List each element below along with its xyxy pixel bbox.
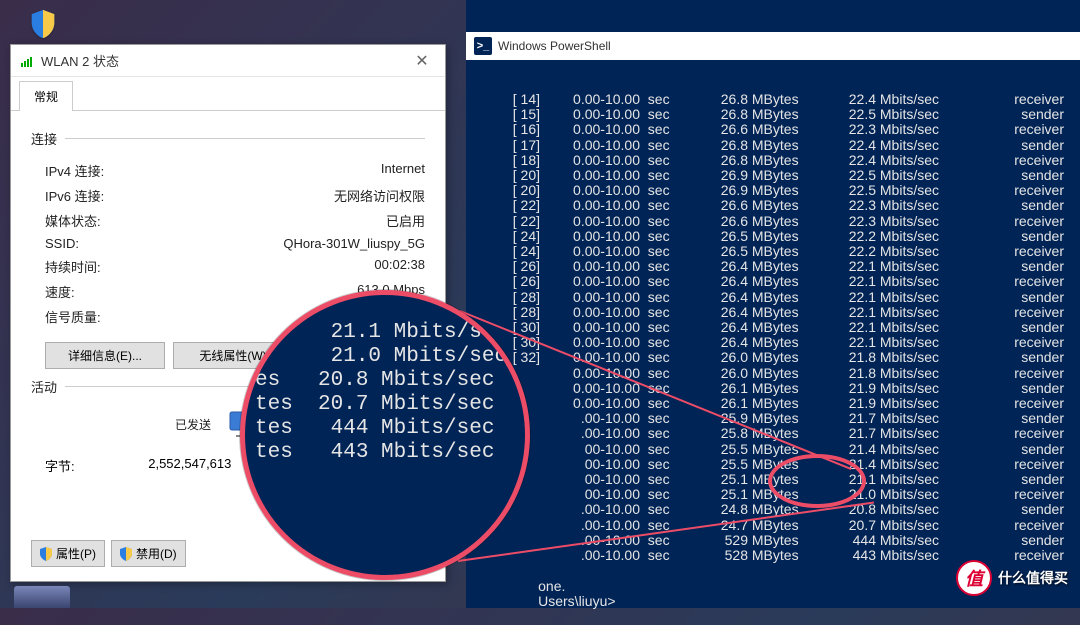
ps-row: [ 28]0.00-10.00 sec26.4 MBytes22.1 Mbits… <box>472 290 1074 305</box>
ps-row: [ 28]0.00-10.00 sec26.4 MBytes22.1 Mbits… <box>472 305 1074 320</box>
tab-strip: 常规 <box>11 77 445 111</box>
powershell-icon: >_ <box>474 37 492 55</box>
ssid-label: SSID: <box>45 236 79 251</box>
ps-row: 0.00-10.00 sec26.1 MBytes21.9 Mbits/secs… <box>472 381 1074 396</box>
ps-row: [ 16]0.00-10.00 sec26.6 MBytes22.3 Mbits… <box>472 122 1074 137</box>
ps-row: 0.00-10.00 sec26.0 MBytes21.8 Mbits/secr… <box>472 366 1074 381</box>
ssid-value: QHora-301W_liuspy_5G <box>283 236 425 251</box>
shield-defender-icon <box>26 7 60 41</box>
ipv4-label: IPv4 连接: <box>45 161 104 180</box>
shield-icon <box>120 547 132 561</box>
speed-label: 速度: <box>45 282 75 301</box>
ps-row: .00-10.00 sec25.9 MBytes21.7 Mbits/secse… <box>472 411 1074 426</box>
section-connection: 连接 <box>31 129 57 148</box>
ipv6-value: 无网络访问权限 <box>334 186 425 205</box>
duration-label: 持续时间: <box>45 257 101 276</box>
disable-button[interactable]: 禁用(D) <box>111 540 186 567</box>
ps-row: [ 26]0.00-10.00 sec26.4 MBytes22.1 Mbits… <box>472 274 1074 289</box>
wifi-icon <box>19 53 35 69</box>
wlan-title: WLAN 2 状态 <box>41 51 407 70</box>
watermark-logo: 值 <box>956 560 992 596</box>
ps-row: [ 14]0.00-10.00 sec26.8 MBytes22.4 Mbits… <box>472 92 1074 107</box>
section-activity: 活动 <box>31 377 57 396</box>
taskbar-item[interactable] <box>14 586 70 608</box>
zoom-magnifier: 21.1 Mbits/sec 21.0 Mbits/sec es 20.8 Mb… <box>240 290 530 580</box>
ps-row: [ 20]0.00-10.00 sec26.9 MBytes22.5 Mbits… <box>472 168 1074 183</box>
ps-row: [ 26]0.00-10.00 sec26.4 MBytes22.1 Mbits… <box>472 259 1074 274</box>
ps-row: [ 22]0.00-10.00 sec26.6 MBytes22.3 Mbits… <box>472 214 1074 229</box>
ps-row: .00-10.00 sec25.8 MBytes21.7 Mbits/secre… <box>472 426 1074 441</box>
media-value: 已启用 <box>386 211 425 230</box>
ps-title: Windows PowerShell <box>498 39 611 53</box>
media-label: 媒体状态: <box>45 211 101 230</box>
signal-label: 信号质量: <box>45 307 101 327</box>
bytes-label: 字节: <box>45 456 75 475</box>
ipv4-value: Internet <box>381 161 425 180</box>
ps-row: [ 15]0.00-10.00 sec26.8 MBytes22.5 Mbits… <box>472 107 1074 122</box>
ps-row: [ 18]0.00-10.00 sec26.8 MBytes22.4 Mbits… <box>472 153 1074 168</box>
ps-row: [ 17]0.00-10.00 sec26.8 MBytes22.4 Mbits… <box>472 138 1074 153</box>
ps-titlebar[interactable]: >_ Windows PowerShell <box>466 32 1080 60</box>
ipv6-label: IPv6 连接: <box>45 186 104 205</box>
ps-row: .00-10.00 sec24.7 MBytes20.7 Mbits/secre… <box>472 518 1074 533</box>
close-button[interactable]: ✕ <box>407 49 437 73</box>
duration-value: 00:02:38 <box>374 257 425 276</box>
sent-label: 已发送 <box>175 416 211 433</box>
watermark: 值 什么值得买 <box>956 560 1068 596</box>
ps-row: 00-10.00 sec25.5 MBytes21.4 Mbits/secsen… <box>472 442 1074 457</box>
ps-row: [ 30]0.00-10.00 sec26.4 MBytes22.1 Mbits… <box>472 320 1074 335</box>
properties-button[interactable]: 属性(P) <box>31 540 105 567</box>
ps-row: [ 22]0.00-10.00 sec26.6 MBytes22.3 Mbits… <box>472 198 1074 213</box>
wlan-titlebar[interactable]: WLAN 2 状态 ✕ <box>11 45 445 77</box>
ps-row: 0.00-10.00 sec26.1 MBytes21.9 Mbits/secr… <box>472 396 1074 411</box>
ps-row: [ 24]0.00-10.00 sec26.5 MBytes22.2 Mbits… <box>472 229 1074 244</box>
shield-icon <box>40 547 52 561</box>
annotation-circle <box>768 454 866 508</box>
ps-row: [ 24]0.00-10.00 sec26.5 MBytes22.2 Mbits… <box>472 244 1074 259</box>
desktop-shortcut[interactable] <box>18 4 68 44</box>
details-button[interactable]: 详细信息(E)... <box>45 342 165 369</box>
ps-row: [ 20]0.00-10.00 sec26.9 MBytes22.5 Mbits… <box>472 183 1074 198</box>
watermark-text: 什么值得买 <box>998 568 1068 588</box>
ps-row: [ 30]0.00-10.00 sec26.4 MBytes22.1 Mbits… <box>472 335 1074 350</box>
tab-general[interactable]: 常规 <box>19 81 73 111</box>
